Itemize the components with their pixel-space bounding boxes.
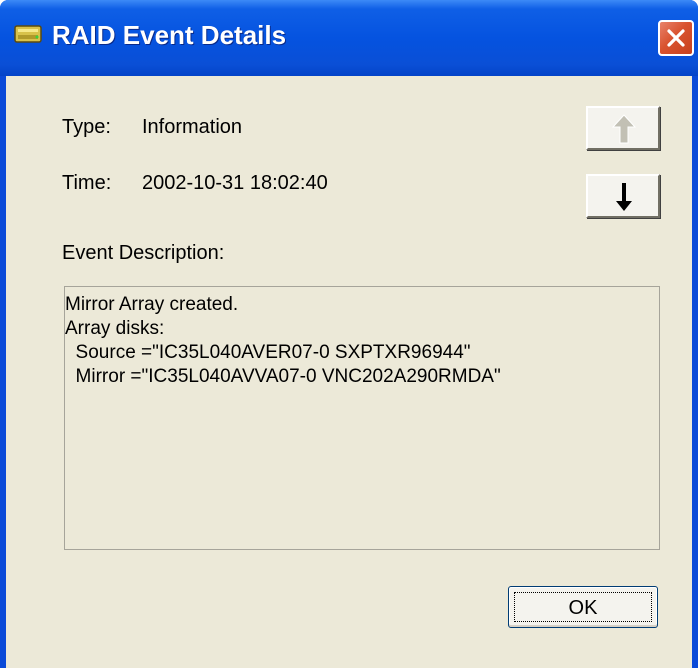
description-line: Mirror Array created.	[65, 294, 239, 315]
ok-button-label: OK	[568, 597, 598, 619]
time-value: 2002-10-31 18:02:40	[142, 172, 328, 194]
raid-drive-icon	[14, 23, 44, 45]
event-description-box[interactable]: Mirror Array created. Array disks: Sourc…	[64, 286, 660, 550]
previous-event-button[interactable]	[586, 106, 660, 150]
type-label: Type:	[62, 116, 111, 138]
next-event-button[interactable]	[586, 174, 660, 218]
arrow-down-icon	[616, 183, 632, 211]
description-line: Mirror ="IC35L040AVVA07-0 VNC202A290RMDA…	[65, 366, 501, 387]
close-button[interactable]	[658, 20, 694, 56]
title-bar[interactable]: RAID Event Details	[0, 0, 698, 76]
time-label: Time:	[62, 172, 112, 194]
description-line: Array disks:	[65, 318, 165, 339]
window-title: RAID Event Details	[52, 20, 287, 50]
dialog-body: Type: Information Time: 2002-10-31 18:02…	[6, 76, 692, 668]
description-line: Source ="IC35L040AVER07-0 SXPTXR96944"	[65, 342, 471, 363]
type-value: Information	[142, 116, 243, 138]
raid-event-details-dialog: RAID Event Details Type: Information Tim…	[0, 0, 698, 668]
arrow-up-icon	[611, 114, 637, 144]
ok-button[interactable]: OK	[508, 586, 658, 628]
event-description-label: Event Description:	[62, 242, 225, 264]
close-icon	[667, 29, 685, 47]
